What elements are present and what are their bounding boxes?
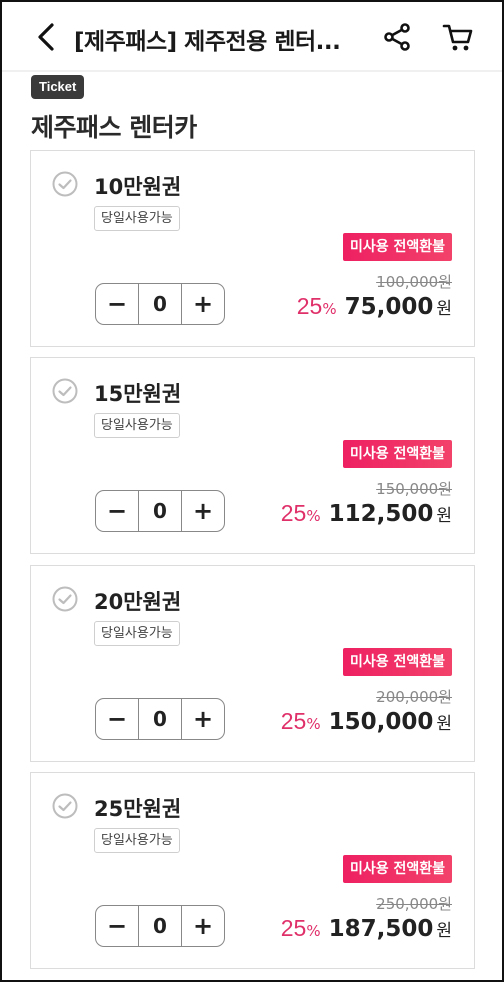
increase-button[interactable]: + xyxy=(182,491,224,531)
percent-sign: % xyxy=(322,300,337,318)
quantity-value: 0 xyxy=(138,491,182,531)
page-title: [제주패스] 제주전용 렌터... xyxy=(74,29,341,55)
original-price: 200,000원 xyxy=(376,688,452,706)
product-card: 20만원권 당일사용가능 미사용 전액환불 200,000원 25 % 150,… xyxy=(30,565,475,762)
quantity-stepper: − 0 + xyxy=(95,698,225,740)
same-day-tag: 당일사용가능 xyxy=(94,206,180,231)
refund-badge: 미사용 전액환불 xyxy=(342,440,452,468)
price-row: 25 % 75,000 원 xyxy=(297,293,452,320)
increase-button[interactable]: + xyxy=(182,906,224,946)
same-day-tag: 당일사용가능 xyxy=(94,621,180,646)
original-price: 100,000원 xyxy=(376,273,452,291)
product-name: 15만원권 xyxy=(94,382,182,406)
discount-rate: 25 xyxy=(280,500,307,526)
decrease-button[interactable]: − xyxy=(96,699,138,739)
original-price: 150,000원 xyxy=(376,480,452,498)
currency-unit: 원 xyxy=(436,506,452,526)
quantity-value: 0 xyxy=(138,284,182,324)
price-row: 25 % 187,500 원 xyxy=(281,915,452,942)
refund-badge: 미사용 전액환불 xyxy=(342,855,452,883)
quantity-value: 0 xyxy=(138,699,182,739)
sale-price: 112,500 xyxy=(328,501,434,527)
percent-sign: % xyxy=(306,922,321,940)
share-icon[interactable] xyxy=(382,22,412,52)
refund-badge: 미사용 전액환불 xyxy=(342,233,452,261)
percent-sign: % xyxy=(306,715,321,733)
quantity-value: 0 xyxy=(138,906,182,946)
discount-rate: 25 xyxy=(280,708,307,734)
quantity-stepper: − 0 + xyxy=(95,283,225,325)
section-title: 제주패스 렌터카 xyxy=(31,113,197,142)
product-card: 10만원권 당일사용가능 미사용 전액환불 100,000원 25 % 75,0… xyxy=(30,150,475,347)
increase-button[interactable]: + xyxy=(182,284,224,324)
quantity-stepper: − 0 + xyxy=(95,490,225,532)
check-circle-icon[interactable] xyxy=(52,586,78,612)
product-name: 25만원권 xyxy=(94,797,182,821)
chevron-left-icon[interactable] xyxy=(34,22,58,52)
sale-price: 150,000 xyxy=(328,709,434,735)
price-row: 25 % 112,500 원 xyxy=(281,500,452,527)
refund-badge: 미사용 전액환불 xyxy=(342,648,452,676)
check-circle-icon[interactable] xyxy=(52,378,78,404)
discount-rate: 25 xyxy=(280,915,307,941)
cart-icon[interactable] xyxy=(442,22,474,52)
check-circle-icon[interactable] xyxy=(52,171,78,197)
increase-button[interactable]: + xyxy=(182,699,224,739)
product-card: 15만원권 당일사용가능 미사용 전액환불 150,000원 25 % 112,… xyxy=(30,357,475,554)
product-card: 25만원권 당일사용가능 미사용 전액환불 250,000원 25 % 187,… xyxy=(30,772,475,969)
ticket-badge: Ticket xyxy=(31,75,85,99)
sale-price: 75,000 xyxy=(344,294,434,320)
check-circle-icon[interactable] xyxy=(52,793,78,819)
sale-price: 187,500 xyxy=(328,916,434,942)
original-price: 250,000원 xyxy=(376,895,452,913)
discount-rate: 25 xyxy=(296,293,323,319)
decrease-button[interactable]: − xyxy=(96,491,138,531)
header-divider xyxy=(0,70,504,72)
currency-unit: 원 xyxy=(436,299,452,319)
same-day-tag: 당일사용가능 xyxy=(94,828,180,853)
quantity-stepper: − 0 + xyxy=(95,905,225,947)
price-row: 25 % 150,000 원 xyxy=(281,708,452,735)
top-app-bar: [제주패스] 제주전용 렌터... xyxy=(0,0,504,72)
product-name: 20만원권 xyxy=(94,590,182,614)
percent-sign: % xyxy=(306,507,321,525)
product-name: 10만원권 xyxy=(94,175,182,199)
currency-unit: 원 xyxy=(436,714,452,734)
same-day-tag: 당일사용가능 xyxy=(94,413,180,438)
decrease-button[interactable]: − xyxy=(96,906,138,946)
currency-unit: 원 xyxy=(436,921,452,941)
decrease-button[interactable]: − xyxy=(96,284,138,324)
